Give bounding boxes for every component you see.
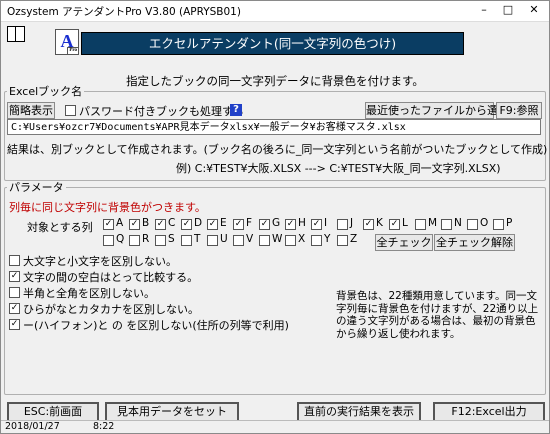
option-checkbox-1[interactable] <box>9 255 20 266</box>
column-label-t: T <box>194 233 201 245</box>
simple-view-button[interactable]: 簡略表示 <box>7 102 55 119</box>
column-checkbox-g[interactable]: ✓ <box>259 219 270 230</box>
column-checkbox-a[interactable]: ✓ <box>103 219 114 230</box>
f12-excel-output-button[interactable]: F12:Excel出力 <box>433 402 545 422</box>
option-checkbox-4[interactable]: ✓ <box>9 303 20 314</box>
column-checkbox-l[interactable]: ✓ <box>389 219 400 230</box>
column-label-m: M <box>428 217 438 229</box>
column-label-h: H <box>298 217 306 229</box>
column-label-a: A <box>116 217 124 229</box>
check-all-button[interactable]: 全チェック <box>375 234 433 251</box>
excel-book-legend: Excelブック名 <box>9 85 83 98</box>
status-date: 2018/01/27 <box>5 421 60 432</box>
window-title: Ozsystem アテンダントPro V3.80 (APRYSB01) <box>7 6 241 18</box>
column-checkbox-j[interactable] <box>337 219 348 230</box>
red-note: 列毎に同じ文字列に背景色がつきます。 <box>9 201 206 214</box>
parameters-legend: パラメータ <box>9 181 64 194</box>
status-time: 8:22 <box>93 421 115 432</box>
help-icon[interactable]: ? <box>230 104 242 116</box>
column-checkbox-m[interactable] <box>415 219 426 230</box>
option-checkbox-5[interactable]: ✓ <box>9 319 20 330</box>
title-bar: Ozsystem アテンダントPro V3.80 (APRYSB01) – □ … <box>1 1 549 22</box>
column-label-p: P <box>506 217 513 229</box>
column-label-s: S <box>168 233 175 245</box>
last-result-button[interactable]: 直前の実行結果を表示 <box>297 402 421 422</box>
column-label-w: W <box>272 233 283 245</box>
column-label-i: I <box>324 217 328 229</box>
column-label-q: Q <box>116 233 125 245</box>
status-bar: 2018/01/27 8:22 <box>1 420 549 433</box>
column-label-r: R <box>142 233 150 245</box>
option-checkbox-3[interactable] <box>9 287 20 298</box>
close-button[interactable]: ✕ <box>525 3 543 17</box>
result-note: 結果は、別ブックとして作成されます。(ブック名の後ろに_同一文字列という名前がつ… <box>7 143 548 156</box>
maximize-button[interactable]: □ <box>499 3 517 17</box>
column-checkbox-f[interactable]: ✓ <box>233 219 244 230</box>
column-checkbox-k[interactable]: ✓ <box>363 219 374 230</box>
column-checkbox-n[interactable] <box>441 219 452 230</box>
column-label-n: N <box>454 217 462 229</box>
column-label-y: Y <box>324 233 331 245</box>
column-checkbox-h[interactable]: ✓ <box>285 219 296 230</box>
column-label-d: D <box>194 217 203 229</box>
book-icon[interactable] <box>7 26 25 42</box>
background-color-note: 背景色は、22種類用意しています。同一文字列毎に背景色を付けますが、22通り以上… <box>336 290 539 340</box>
set-sample-data-button[interactable]: 見本用データをセット <box>105 402 239 422</box>
column-label-x: X <box>298 233 306 245</box>
option-label-4: ひらがなとカタカナを区別しない。 <box>23 303 199 316</box>
column-label-e: E <box>220 217 227 229</box>
column-label-c: C <box>168 217 176 229</box>
file-path-input[interactable]: C:¥Users¥ozcr7¥Documents¥APR見本データxlsx¥一般… <box>7 119 541 135</box>
app-window: Ozsystem アテンダントPro V3.80 (APRYSB01) – □ … <box>0 0 550 434</box>
column-label-j: J <box>350 217 354 229</box>
option-label-3: 半角と全角を区別しない。 <box>23 287 155 300</box>
target-columns-label: 対象とする列 <box>27 221 93 234</box>
option-label-5: ー(ハイフォン)と の を区別しない(住所の列等で利用) <box>23 319 289 332</box>
column-checkbox-p[interactable] <box>493 219 504 230</box>
option-checkbox-2[interactable]: ✓ <box>9 271 20 282</box>
logo-small: Pro <box>67 47 79 55</box>
column-label-o: O <box>480 217 489 229</box>
column-checkbox-w[interactable] <box>259 235 270 246</box>
column-label-k: K <box>376 217 383 229</box>
option-label-1: 大文字と小文字を区別しない。 <box>23 255 177 268</box>
column-checkbox-t[interactable] <box>181 235 192 246</box>
column-checkbox-e[interactable]: ✓ <box>207 219 218 230</box>
column-label-g: G <box>272 217 281 229</box>
column-checkbox-z[interactable] <box>337 235 348 246</box>
password-label: パスワード付きブックも処理する <box>79 105 244 118</box>
column-label-b: B <box>142 217 150 229</box>
column-checkbox-u[interactable] <box>207 235 218 246</box>
column-label-z: Z <box>350 233 358 245</box>
column-checkbox-v[interactable] <box>233 235 244 246</box>
option-label-2: 文字の間の空白はとって比較する。 <box>23 271 199 284</box>
minimize-button[interactable]: – <box>475 3 493 17</box>
column-label-l: L <box>402 217 408 229</box>
column-checkbox-s[interactable] <box>155 235 166 246</box>
column-checkbox-i[interactable]: ✓ <box>311 219 322 230</box>
column-label-v: V <box>246 233 254 245</box>
column-checkbox-x[interactable] <box>285 235 296 246</box>
f9-browse-button[interactable]: F9:参照 <box>496 102 542 119</box>
banner-title: エクセルアテンダント(同一文字列の色つけ) <box>81 32 464 55</box>
example-text: 例) C:¥TEST¥大阪.XLSX ---> C:¥TEST¥大阪_同一文字列… <box>176 162 501 175</box>
recent-files-button[interactable]: 最近使ったファイルから選択 <box>365 102 509 119</box>
column-label-f: F <box>246 217 253 229</box>
column-checkbox-r[interactable] <box>129 235 140 246</box>
app-logo: A Pro <box>55 29 79 55</box>
column-checkbox-q[interactable] <box>103 235 114 246</box>
column-checkbox-d[interactable]: ✓ <box>181 219 192 230</box>
esc-back-button[interactable]: ESC:前画面 <box>7 402 99 422</box>
column-checkbox-c[interactable]: ✓ <box>155 219 166 230</box>
column-checkbox-y[interactable] <box>311 235 322 246</box>
column-checkbox-b[interactable]: ✓ <box>129 219 140 230</box>
uncheck-all-button[interactable]: 全チェック解除 <box>434 234 515 251</box>
column-label-u: U <box>220 233 228 245</box>
column-checkbox-o[interactable] <box>467 219 478 230</box>
password-checkbox[interactable] <box>65 105 76 116</box>
